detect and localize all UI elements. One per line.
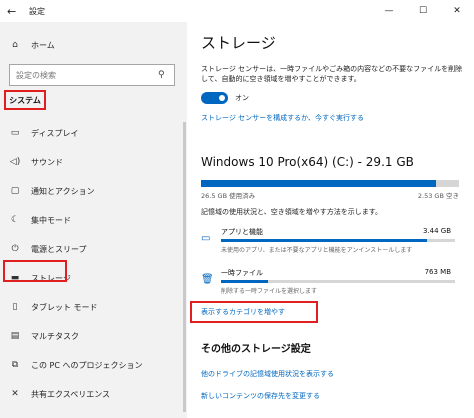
monitor-icon: ▭ (10, 128, 20, 138)
sidebar-item-multitask[interactable]: ▤ マルチタスク (0, 323, 187, 349)
drive-usage-fill (201, 180, 436, 187)
sidebar-item-label: サウンド (31, 157, 63, 167)
category-description: 削除する一時ファイルを選択します (221, 288, 318, 295)
window-title: 設定 (29, 6, 45, 16)
sidebar-item-label: ホーム (31, 40, 55, 50)
apps-icon: ▭ (201, 233, 211, 244)
category-size: 763 MB (424, 268, 451, 276)
main-content: ストレージ ストレージ センサーは、一時ファイルやごみ箱の内容などの不要なファイ… (187, 22, 474, 418)
drive-free-label: 2.53 GB 空き (417, 192, 459, 200)
sidebar-item-share[interactable]: ✕ 共有エクスペリエンス (0, 381, 187, 407)
page-title: ストレージ (201, 34, 276, 52)
trash-icon: 🗑 (201, 274, 214, 285)
other-storage-settings-heading: その他のストレージ設定 (201, 344, 311, 355)
category-temp-files[interactable]: 🗑 一時ファイル 763 MB 削除する一時ファイルを選択します (201, 268, 463, 298)
other-drives-usage-link[interactable]: 他のドライブの記憶域使用状況を表示する (201, 369, 334, 379)
sidebar-item-monitor[interactable]: ▭ ディスプレイ (0, 120, 187, 146)
speaker-icon: ◁) (9, 157, 21, 167)
sidebar-item-power[interactable]: ⏻ 電源とスリープ (0, 236, 187, 262)
drive-usage-labels: 26.5 GB 使用済み 2.53 GB 空き (201, 190, 459, 200)
category-apps[interactable]: ▭ アプリと機能 3.44 GB 未使用のアプリ、または不要なアプリと機能をアン… (201, 227, 463, 257)
home-icon: ⌂ (12, 40, 18, 50)
sidebar-item-label: 集中モード (31, 215, 71, 225)
change-save-location-link[interactable]: 新しいコンテンツの保存先を変更する (201, 391, 320, 401)
power-icon: ⏻ (11, 244, 19, 254)
close-button[interactable]: ✕ (440, 0, 474, 22)
moon-icon: ☾ (10, 215, 20, 225)
drive-usage-bar (201, 180, 459, 187)
category-usage-bar (221, 239, 455, 242)
section-heading-system: システム (4, 90, 46, 110)
storage-sense-toggle[interactable] (201, 92, 228, 104)
sidebar-item-label: マルチタスク (31, 331, 79, 341)
category-name: 一時ファイル (221, 269, 263, 277)
highlight-box-storage (3, 260, 67, 282)
category-usage-fill (221, 280, 268, 283)
sidebar-item-clipboard[interactable]: ▣クリップボード (0, 410, 187, 418)
sidebar-item-label: 通知とアクション (31, 186, 95, 196)
show-more-categories-link[interactable]: 表示するカテゴリを増やす (201, 307, 285, 317)
sidebar-scrollbar[interactable] (183, 122, 186, 412)
sidebar-item-label: 電源とスリープ (31, 244, 87, 254)
sidebar-item-speaker[interactable]: ◁) サウンド (0, 149, 187, 175)
category-name: アプリと機能 (221, 228, 263, 236)
category-usage-bar (221, 280, 455, 283)
storage-sense-description: ストレージ センサーは、一時ファイルやごみ箱の内容などの不要なファイルを削除して… (201, 65, 463, 83)
search-placeholder: 設定の検索 (16, 70, 56, 80)
back-arrow-icon[interactable]: ← (7, 5, 25, 18)
category-size: 3.44 GB (422, 227, 451, 235)
sidebar-item-label: タブレット モード (31, 302, 98, 312)
category-description: 未使用のアプリ、または不要なアプリと機能をアンインストールします (221, 247, 413, 254)
search-input[interactable]: 設定の検索 ⚲ (9, 64, 175, 86)
maximize-button[interactable]: ☐ (406, 0, 440, 22)
drive-used-label: 26.5 GB 使用済み (201, 192, 256, 200)
search-icon: ⚲ (158, 70, 165, 80)
toggle-state-label: オン (235, 94, 249, 102)
multitask-icon: ▤ (10, 331, 20, 341)
sidebar-item-projection[interactable]: ⧉ この PC へのプロジェクション (0, 352, 187, 378)
category-usage-fill (221, 239, 427, 242)
sidebar-item-moon[interactable]: ☾ 集中モード (0, 207, 187, 233)
drive-title: Windows 10 Pro(x64) (C:) - 29.1 GB (201, 155, 414, 169)
projection-icon: ⧉ (11, 360, 19, 370)
sidebar-item-label: 共有エクスペリエンス (31, 389, 111, 399)
usage-hint: 記憶域の使用状況と、空き領域を増やす方法を示します。 (201, 208, 383, 216)
sidebar-item-label: ディスプレイ (31, 128, 79, 138)
sidebar: ⌂ ホーム 設定の検索 ⚲ システム ▭ ディスプレイ ◁) サウンド ▢ 通知とアクショ… (0, 22, 187, 418)
sidebar-item-label: この PC へのプロジェクション (31, 360, 143, 370)
tablet-icon: ▯ (12, 302, 18, 312)
minimize-button[interactable]: — (372, 0, 406, 22)
share-icon: ✕ (11, 389, 19, 399)
sidebar-item-tablet[interactable]: ▯ タブレット モード (0, 294, 187, 320)
window-controls: — ☐ ✕ (372, 0, 474, 22)
sidebar-item-notification[interactable]: ▢ 通知とアクション (0, 178, 187, 204)
notification-icon: ▢ (10, 186, 20, 196)
sidebar-item-home[interactable]: ⌂ ホーム (0, 32, 187, 58)
configure-storage-sense-link[interactable]: ストレージ センサーを構成するか、今すぐ実行する (201, 113, 364, 123)
